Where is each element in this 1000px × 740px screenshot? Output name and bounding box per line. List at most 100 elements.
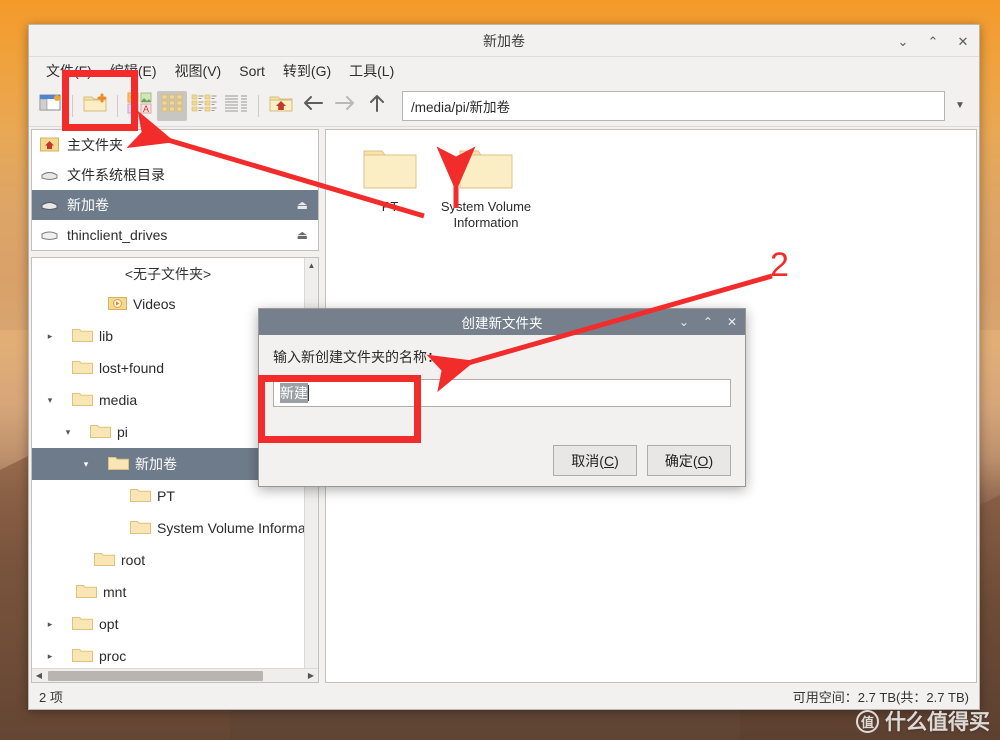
up-button[interactable] (362, 91, 392, 121)
path-dropdown-button[interactable]: ▼ (947, 91, 973, 121)
minimize-icon[interactable]: ⌄ (895, 33, 911, 49)
toggle-sidebar-button[interactable] (35, 91, 65, 121)
thumbnail-view-button[interactable]: A (125, 91, 155, 121)
detailed-list-view-button[interactable] (221, 91, 251, 121)
folder-name-input[interactable]: 新建 (273, 379, 731, 407)
window-title: 新加卷 (483, 32, 525, 49)
dialog-minimize-icon[interactable]: ⌄ (679, 315, 689, 329)
folder-icon (90, 423, 111, 442)
tree-item-label: System Volume Informa (157, 520, 304, 536)
menu-item-tools[interactable]: 工具(L) (340, 58, 403, 84)
svg-text:A: A (143, 104, 149, 114)
folder-icon (459, 146, 513, 195)
dialog-prompt-label: 输入新创建文件夹的名称： (273, 349, 441, 365)
folder-name-input-value: 新建 (280, 383, 308, 403)
scroll-right-icon[interactable]: ▶ (304, 671, 318, 680)
tree-item-mnt[interactable]: mnt (32, 576, 304, 608)
tree-twisty[interactable]: ▸ (42, 651, 58, 662)
tree-twisty[interactable]: ▸ (42, 331, 58, 342)
sidebar-item-label: thinclient_drives (67, 227, 168, 243)
menu-item-file[interactable]: 文件(F) (37, 58, 101, 84)
eject-icon[interactable]: ⏏ (297, 228, 308, 242)
up-arrow-icon (366, 92, 388, 119)
toolbar: A /media/pi/新加卷 ▼ (29, 85, 979, 127)
chevron-down-icon: ▼ (955, 100, 965, 111)
tree-item-label: 新加卷 (135, 456, 177, 472)
folder-icon (72, 391, 93, 410)
menu-item-view[interactable]: 视图(V) (166, 58, 231, 84)
dialog-titlebar: 创建新文件夹 ⌄ ⌃ ✕ (259, 309, 745, 335)
tree-item-label: media (99, 392, 138, 408)
tree-item-system-volume-information[interactable]: System Volume Informa (32, 512, 304, 544)
eject-icon[interactable]: ⏏ (297, 198, 308, 212)
tree-horizontal-scrollbar[interactable]: ◀ ▶ (32, 668, 318, 682)
drive-icon (40, 226, 59, 245)
new-folder-button[interactable] (80, 91, 110, 121)
folder-icon (108, 455, 129, 474)
tree-twisty[interactable]: ▸ (42, 619, 58, 630)
menubar: 文件(F) 编辑(E) 视图(V) Sort 转到(G) 工具(L) (29, 57, 979, 85)
watermark-text: 什么值得买 (885, 711, 990, 734)
ok-button-suffix: ) (708, 452, 714, 469)
menu-item-sort[interactable]: Sort (230, 60, 274, 82)
watermark-badge: 值 (856, 709, 879, 733)
folder-icon (130, 487, 151, 506)
file-item-pt[interactable]: PT (342, 140, 438, 237)
folder-icon (72, 615, 93, 634)
compact-view-button[interactable] (189, 91, 219, 121)
menu-item-edit[interactable]: 编辑(E) (101, 58, 166, 84)
dialog-close-icon[interactable]: ✕ (727, 315, 737, 329)
icon-view-icon (160, 93, 184, 118)
dialog-maximize-icon[interactable]: ⌃ (703, 315, 713, 329)
toggle-sidebar-icon (39, 93, 61, 118)
menu-item-go[interactable]: 转到(G) (274, 58, 340, 84)
sidebar-item-label: 主文件夹 (67, 137, 123, 153)
sidebar-item-filesystem-root[interactable]: 文件系统根目录 (32, 160, 318, 190)
tree-item-opt[interactable]: ▸ opt (32, 608, 304, 640)
close-icon[interactable]: ✕ (955, 33, 971, 49)
tree-item-label: Videos (133, 296, 176, 312)
scroll-up-icon[interactable]: ▲ (308, 258, 316, 272)
icon-view-button[interactable] (157, 90, 187, 121)
tree-hscroll-thumb[interactable] (48, 671, 263, 681)
sidebar-item-thinclient-drives[interactable]: thinclient_drives ⏏ (32, 220, 318, 250)
ok-button[interactable]: 确定(O) (647, 445, 731, 476)
sidebar-item-new-volume[interactable]: 新加卷 ⏏ (32, 190, 318, 220)
places-list: 主文件夹 文件系统根目录 新加卷 ⏏ thinclient_drives ⏏ (31, 129, 319, 251)
toolbar-separator (72, 94, 73, 117)
tree-twisty[interactable]: ▾ (78, 459, 94, 470)
forward-button[interactable] (330, 91, 360, 121)
dialog-body: 输入新创建文件夹的名称： 新建 取消(C) 确定(O) (259, 335, 745, 486)
statusbar: 2 项 可用空间：2.7 TB(共：2.7 TB) (29, 683, 979, 709)
compact-view-icon (191, 93, 217, 118)
cancel-button-accel: C (603, 452, 615, 469)
tree-item-label: proc (99, 648, 127, 664)
tree-item-root[interactable]: root (32, 544, 304, 576)
tree-twisty[interactable]: ▾ (60, 427, 76, 438)
folder-icon (76, 583, 97, 602)
videos-folder-icon (108, 295, 127, 314)
path-input[interactable]: /media/pi/新加卷 (402, 90, 945, 121)
tree-item-label: pi (117, 424, 128, 440)
file-item-system-volume-information[interactable]: System Volume Information (438, 140, 534, 237)
home-button[interactable] (266, 91, 296, 121)
back-arrow-icon (301, 93, 325, 118)
back-button[interactable] (298, 91, 328, 121)
dialog-window-controls: ⌄ ⌃ ✕ (679, 315, 737, 329)
folder-icon (130, 519, 151, 538)
icon-grid: PT System Volume Information (326, 130, 976, 237)
create-new-folder-dialog: 创建新文件夹 ⌄ ⌃ ✕ 输入新创建文件夹的名称： 新建 取消(C) 确定(O) (258, 308, 746, 487)
maximize-icon[interactable]: ⌃ (925, 33, 941, 49)
tree-item-label: lost+found (99, 360, 164, 376)
file-item-label: System Volume Information (440, 199, 532, 230)
cancel-button[interactable]: 取消(C) (553, 445, 637, 476)
scroll-left-icon[interactable]: ◀ (32, 671, 46, 680)
cancel-button-suffix: ) (614, 452, 619, 469)
toolbar-separator (117, 94, 118, 117)
toolbar-separator (258, 94, 259, 117)
tree-twisty[interactable]: ▾ (42, 395, 58, 406)
sidebar-item-label: 新加卷 (67, 197, 109, 213)
sidebar-item-home[interactable]: 主文件夹 (32, 130, 318, 160)
ok-button-accel: O (697, 452, 709, 469)
thumbnail-view-icon: A (127, 92, 153, 119)
